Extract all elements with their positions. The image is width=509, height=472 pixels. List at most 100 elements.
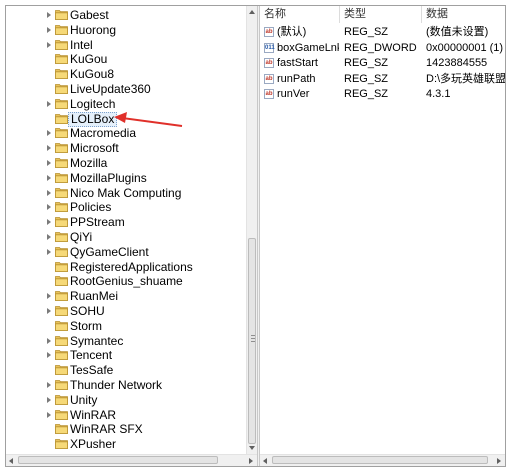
tree-node-label[interactable]: RuanMei xyxy=(68,289,120,304)
tree-node-label[interactable]: Symantec xyxy=(68,334,125,349)
expand-arrow-icon[interactable] xyxy=(47,411,51,418)
expand-arrow-icon[interactable] xyxy=(47,234,51,240)
column-header-name[interactable]: 名称 xyxy=(260,6,340,23)
value-row[interactable]: ab runVer REG_SZ 4.3.1 xyxy=(260,87,505,102)
tree-scroll-thumb[interactable] xyxy=(248,238,256,444)
tree-horizontal-scrollbar[interactable] xyxy=(6,454,257,466)
scroll-down-arrow-icon[interactable] xyxy=(249,446,255,450)
tree-node-label[interactable]: WinRAR xyxy=(68,408,118,423)
tree-node[interactable]: LiveUpdate360 xyxy=(6,82,246,97)
tree-node[interactable]: LOLBox xyxy=(6,111,246,127)
expand-arrow-icon[interactable] xyxy=(47,219,51,226)
values-horizontal-scrollbar[interactable] xyxy=(260,454,505,466)
tree-node-label[interactable]: XPusher xyxy=(68,437,118,452)
tree-vertical-scrollbar[interactable] xyxy=(246,6,257,454)
tree-node[interactable]: Intel xyxy=(6,38,246,53)
expand-arrow-icon[interactable] xyxy=(47,12,51,18)
tree-node[interactable]: Policies xyxy=(6,200,246,215)
tree-node[interactable]: Thunder Network xyxy=(6,378,246,393)
tree-node-label[interactable]: TesSafe xyxy=(68,363,115,378)
tree-node[interactable]: XPusher xyxy=(6,437,246,452)
tree-node[interactable]: Unity xyxy=(6,393,246,408)
value-row[interactable]: abrunPath REG_SZ D:\多玩英雄联盟盒子 xyxy=(260,72,505,87)
tree-node-label[interactable]: Nico Mak Computing xyxy=(68,186,183,201)
tree-node-label[interactable]: QyGameClient xyxy=(68,245,151,260)
tree-node[interactable]: QyGameClient xyxy=(6,245,246,260)
tree-node-label[interactable]: Huorong xyxy=(68,23,118,38)
tree-node[interactable]: WinRAR xyxy=(6,408,246,423)
tree-node-label[interactable]: Mozilla xyxy=(68,156,109,171)
tree-node[interactable]: Huorong xyxy=(6,23,246,38)
tree-node[interactable]: WinRAR SFX xyxy=(6,422,246,437)
expand-arrow-icon[interactable] xyxy=(47,41,51,48)
tree-node-label[interactable]: PPStream xyxy=(68,215,127,230)
tree-node-label[interactable]: Microsoft xyxy=(68,141,121,156)
expand-arrow-icon[interactable] xyxy=(47,100,51,107)
tree-node-label[interactable]: LOLBox xyxy=(68,111,118,127)
expand-arrow-icon[interactable] xyxy=(47,26,51,33)
tree-node-label[interactable]: Logitech xyxy=(68,97,117,112)
expand-arrow-icon[interactable] xyxy=(47,337,51,344)
scroll-right-arrow-icon[interactable] xyxy=(249,458,253,464)
expand-arrow-icon[interactable] xyxy=(47,160,51,166)
tree-node-label[interactable]: QiYi xyxy=(68,230,94,245)
column-header-type[interactable]: 类型 xyxy=(340,6,422,23)
tree-node[interactable]: RegisteredApplications xyxy=(6,260,246,275)
expand-arrow-icon[interactable] xyxy=(47,248,51,255)
tree-hscroll-thumb[interactable] xyxy=(18,456,218,464)
expand-arrow-icon[interactable] xyxy=(47,352,51,359)
value-row[interactable]: ab fastStart REG_SZ 1423884555 xyxy=(260,56,505,71)
tree-node-label[interactable]: Storm xyxy=(68,319,104,334)
tree-node[interactable]: Mozilla xyxy=(6,156,246,171)
registry-values-list[interactable]: 名称 类型 数据 ab (默认) REG_SZ (数值未设置) 011 boxGameLn… xyxy=(260,6,505,454)
registry-key-tree[interactable]: Gabest Huorong Intel KuGou KuGou8 LiveUpdate3… xyxy=(6,6,246,454)
expand-arrow-icon[interactable] xyxy=(47,293,51,300)
tree-node[interactable]: QiYi xyxy=(6,230,246,245)
tree-node[interactable]: TesSafe xyxy=(6,363,246,378)
tree-node[interactable]: RuanMei xyxy=(6,289,246,304)
tree-node[interactable]: SOHU xyxy=(6,304,246,319)
tree-node[interactable]: Gabest xyxy=(6,8,246,23)
tree-node[interactable]: RootGenius_shuame xyxy=(6,274,246,289)
scroll-up-arrow-icon[interactable] xyxy=(249,10,255,14)
tree-node-label[interactable]: Macromedia xyxy=(68,126,138,141)
tree-node[interactable]: Storm xyxy=(6,319,246,334)
column-header-data[interactable]: 数据 xyxy=(422,6,505,23)
tree-node[interactable]: PPStream xyxy=(6,215,246,230)
scroll-left-arrow-icon[interactable] xyxy=(9,458,13,464)
tree-node-label[interactable]: Policies xyxy=(68,200,113,215)
tree-node[interactable]: Macromedia xyxy=(6,126,246,141)
expand-arrow-icon[interactable] xyxy=(47,308,51,314)
scroll-right-arrow-icon[interactable] xyxy=(497,458,501,464)
expand-arrow-icon[interactable] xyxy=(47,189,51,196)
expand-arrow-icon[interactable] xyxy=(47,396,51,403)
tree-node-label[interactable]: Thunder Network xyxy=(68,378,164,393)
expand-arrow-icon[interactable] xyxy=(47,382,51,388)
tree-node-label[interactable]: Gabest xyxy=(68,8,111,23)
tree-node-label[interactable]: KuGou xyxy=(68,52,109,67)
value-row[interactable]: ab (默认) REG_SZ (数值未设置) xyxy=(260,25,505,40)
tree-node-label[interactable]: MozillaPlugins xyxy=(68,171,149,186)
expand-arrow-icon[interactable] xyxy=(47,174,51,181)
tree-node[interactable]: Tencent xyxy=(6,348,246,363)
tree-node-label[interactable]: Intel xyxy=(68,38,95,53)
expand-arrow-icon[interactable] xyxy=(47,130,51,137)
tree-node[interactable]: Microsoft xyxy=(6,141,246,156)
tree-node-label[interactable]: KuGou8 xyxy=(68,67,116,82)
expand-arrow-icon[interactable] xyxy=(47,145,51,152)
tree-node-label[interactable]: RootGenius_shuame xyxy=(68,274,185,289)
tree-node-label[interactable]: SOHU xyxy=(68,304,107,319)
expand-arrow-icon[interactable] xyxy=(47,204,51,211)
scroll-left-arrow-icon[interactable] xyxy=(263,458,267,464)
tree-node[interactable]: Symantec xyxy=(6,334,246,349)
value-row[interactable]: 011boxGameLnk... REG_DWORD 0x00000001 (1) xyxy=(260,41,505,56)
tree-node-label[interactable]: WinRAR SFX xyxy=(68,422,145,437)
tree-node-label[interactable]: RegisteredApplications xyxy=(68,260,195,275)
tree-node[interactable]: KuGou8 xyxy=(6,67,246,82)
tree-node[interactable]: Logitech xyxy=(6,97,246,112)
values-hscroll-thumb[interactable] xyxy=(272,456,488,464)
tree-node[interactable]: KuGou xyxy=(6,52,246,67)
tree-node[interactable]: MozillaPlugins xyxy=(6,171,246,186)
tree-node-label[interactable]: LiveUpdate360 xyxy=(68,82,153,97)
tree-node[interactable]: Nico Mak Computing xyxy=(6,186,246,201)
